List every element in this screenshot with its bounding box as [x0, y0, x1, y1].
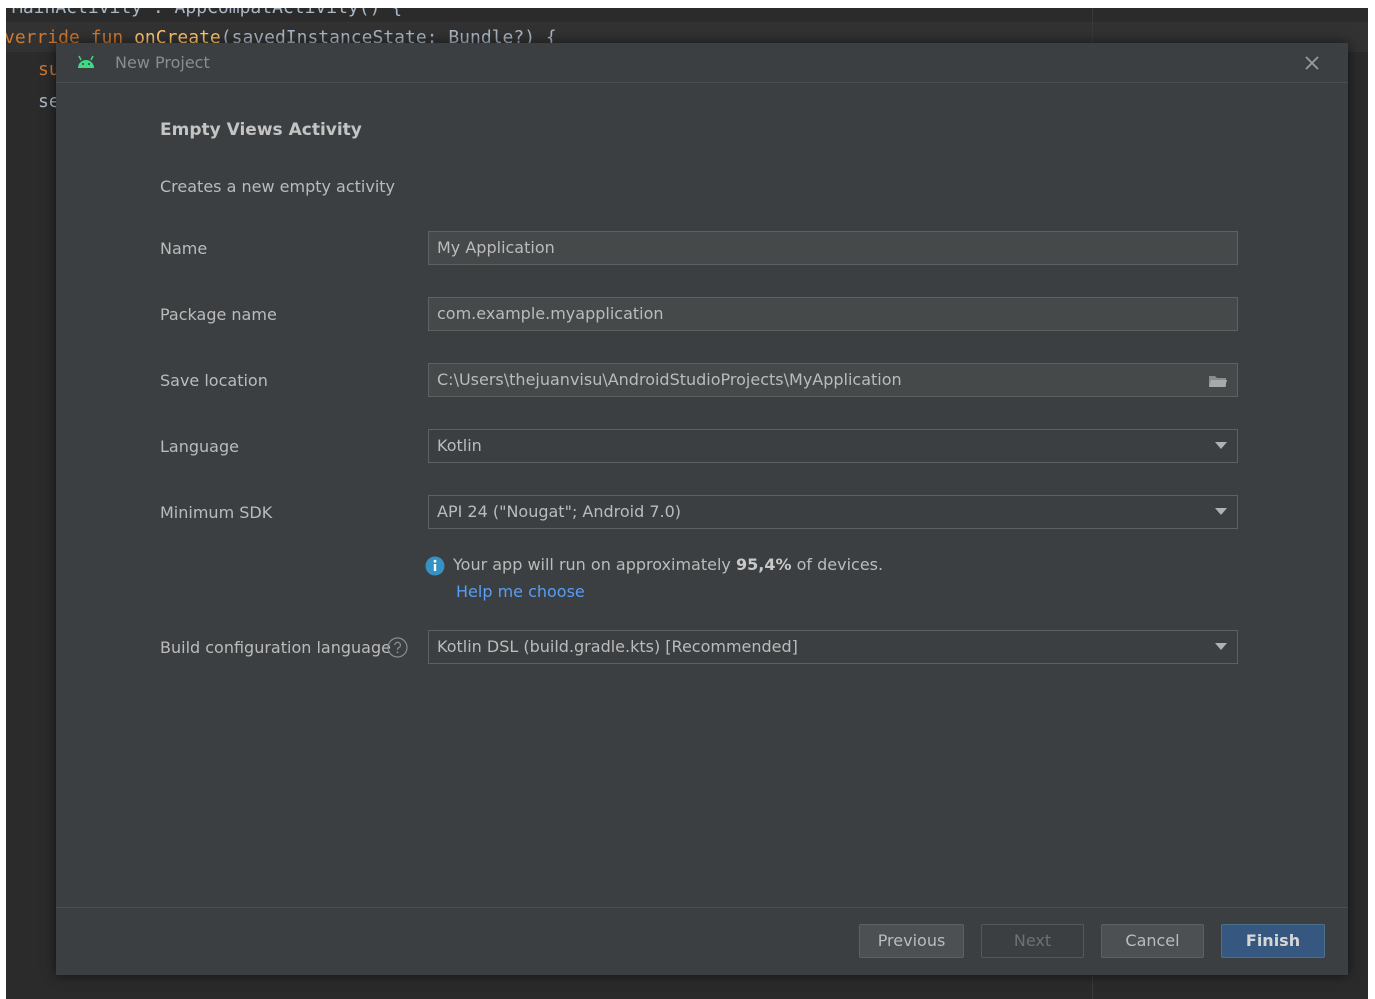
- build-config-language-value: Kotlin DSL (build.gradle.kts) [Recommend…: [437, 637, 798, 656]
- info-percent: 95,4%: [735, 555, 792, 574]
- build-config-language-label: Build configuration language: [160, 638, 391, 657]
- dialog-title: New Project: [115, 53, 210, 72]
- new-project-dialog: New Project Empty Views Activity Creates…: [56, 43, 1348, 975]
- folder-icon[interactable]: [1208, 373, 1228, 389]
- chevron-down-icon: [1215, 643, 1227, 650]
- minimum-sdk-dropdown[interactable]: API 24 ("Nougat"; Android 7.0): [428, 495, 1238, 529]
- save-location-value: C:\Users\thejuanvisu\AndroidStudioProjec…: [437, 370, 902, 389]
- language-dropdown[interactable]: Kotlin: [428, 429, 1238, 463]
- minimum-sdk-label: Minimum SDK: [160, 503, 273, 522]
- package-name-label: Package name: [160, 305, 277, 324]
- build-config-language-dropdown[interactable]: Kotlin DSL (build.gradle.kts) [Recommend…: [428, 630, 1238, 664]
- previous-button[interactable]: Previous: [859, 924, 964, 958]
- footer-divider: [56, 907, 1348, 908]
- close-icon[interactable]: [1300, 51, 1324, 75]
- chevron-down-icon: [1215, 442, 1227, 449]
- template-heading: Empty Views Activity: [160, 120, 362, 140]
- cancel-button[interactable]: Cancel: [1101, 924, 1204, 958]
- package-name-value: com.example.myapplication: [437, 304, 664, 323]
- android-icon: [78, 55, 94, 68]
- minimum-sdk-value: API 24 ("Nougat"; Android 7.0): [437, 502, 682, 521]
- name-field[interactable]: My Application: [428, 231, 1238, 265]
- chevron-down-icon: [1215, 508, 1227, 515]
- dialog-titlebar[interactable]: New Project: [56, 43, 1348, 83]
- save-location-label: Save location: [160, 371, 268, 390]
- info-prefix: Your app will run on approximately: [453, 555, 731, 574]
- finish-button[interactable]: Finish: [1221, 924, 1325, 958]
- save-location-field[interactable]: C:\Users\thejuanvisu\AndroidStudioProjec…: [428, 363, 1238, 397]
- next-button[interactable]: Next: [981, 924, 1084, 958]
- template-description: Creates a new empty activity: [160, 177, 396, 196]
- language-label: Language: [160, 437, 239, 456]
- info-suffix: of devices.: [796, 555, 884, 574]
- question-icon[interactable]: [387, 637, 408, 658]
- info-text: Your app will run on approximately 95,4%…: [453, 555, 883, 574]
- name-value: My Application: [437, 238, 555, 257]
- package-name-field[interactable]: com.example.myapplication: [428, 297, 1238, 331]
- language-value: Kotlin: [437, 436, 482, 455]
- help-me-choose-link[interactable]: Help me choose: [456, 582, 585, 601]
- name-label: Name: [160, 239, 208, 258]
- code-line-class-declaration: MainActivity : AppCompatActivity() {: [12, 8, 402, 20]
- info-icon: [425, 556, 445, 576]
